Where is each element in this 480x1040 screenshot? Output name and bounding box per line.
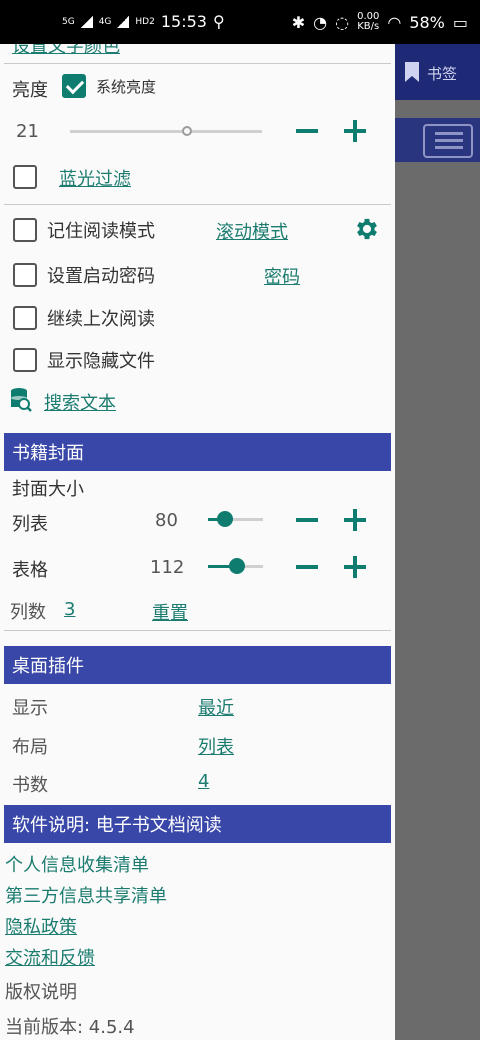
brightness-slider-knob[interactable] [182, 126, 192, 136]
mute-icon: ◌ [335, 12, 350, 32]
brightness-label: 亮度 [12, 80, 48, 101]
brightness-value: 21 [16, 121, 39, 142]
brightness-increase-button[interactable] [344, 120, 366, 142]
list-size-knob[interactable] [217, 511, 233, 527]
network-4g-label: 4G [98, 16, 112, 27]
search-database-icon[interactable] [10, 387, 32, 413]
brightness-slider[interactable] [70, 126, 262, 136]
divider [4, 63, 391, 64]
background-header: 书签 [395, 44, 480, 100]
grid-label: 表格 [12, 560, 48, 581]
personal-info-link[interactable]: 个人信息收集清单 [5, 851, 149, 877]
grid-size-increase-button[interactable] [344, 556, 366, 578]
scroll-mode-link[interactable]: 滚动模式 [216, 218, 288, 244]
signal-icon [80, 15, 93, 28]
gear-icon[interactable] [353, 215, 381, 243]
remember-mode-checkbox[interactable] [13, 218, 37, 242]
about-section-header: 软件说明: 电子书文档阅读 [4, 805, 391, 843]
bookmark-label: 书签 [427, 65, 458, 83]
cover-section-title: 书籍封面 [12, 443, 84, 464]
blue-filter-checkbox[interactable] [13, 165, 37, 189]
continue-reading-label: 继续上次阅读 [47, 309, 155, 330]
widget-count-label: 书数 [12, 775, 48, 796]
battery-icon: ▭ [452, 12, 468, 32]
battery-percent: 58% [409, 12, 445, 32]
columns-label: 列数 [10, 602, 46, 623]
usb-icon: ⚲ [212, 12, 225, 31]
list-size-slider[interactable] [208, 511, 263, 527]
about-section-title: 软件说明: 电子书文档阅读 [12, 815, 222, 836]
background-toolbar [395, 118, 480, 162]
signal-icon-2 [117, 15, 130, 28]
system-brightness-checkbox[interactable] [62, 74, 86, 98]
columns-value-link[interactable]: 3 [64, 599, 75, 620]
password-link[interactable]: 密码 [264, 263, 300, 289]
privacy-policy-link[interactable]: 隐私政策 [5, 913, 77, 939]
widget-count-link[interactable]: 4 [198, 771, 209, 792]
system-brightness-label: 系统亮度 [96, 77, 157, 96]
copyright-label[interactable]: 版权说明 [5, 978, 77, 1004]
divider [4, 204, 391, 205]
blue-filter-link[interactable]: 蓝光过滤 [59, 165, 131, 191]
list-size-value: 80 [155, 510, 178, 531]
list-label: 列表 [12, 514, 48, 535]
bookmark-icon [405, 62, 419, 82]
hd-label: HD2 [135, 16, 155, 27]
widget-display-label: 显示 [12, 698, 48, 719]
grid-view-icon [423, 124, 473, 158]
startup-password-label: 设置启动密码 [47, 266, 155, 287]
alarm-icon: ◔ [313, 12, 328, 32]
startup-password-checkbox[interactable] [13, 263, 37, 287]
bluetooth-icon: ✱ [291, 12, 306, 32]
divider [4, 630, 391, 631]
grid-size-knob[interactable] [229, 558, 245, 574]
status-bar: 5G 4G HD2 15:53 ⚲ ✱ ◔ ◌ 0.00 KB/s ◠ 58% ▭ [0, 0, 480, 44]
widget-layout-label: 布局 [12, 737, 48, 758]
grid-size-decrease-button[interactable] [296, 565, 318, 569]
version-label: 当前版本: 4.5.4 [5, 1017, 135, 1038]
clock: 15:53 [160, 12, 207, 31]
search-text-link[interactable]: 搜索文本 [44, 389, 116, 415]
feedback-link[interactable]: 交流和反馈 [5, 944, 95, 970]
widget-section-title: 桌面插件 [12, 656, 84, 677]
net-speed: 0.00 KB/s [357, 11, 380, 32]
network-5g-label: 5G [62, 16, 75, 27]
widget-section-header: 桌面插件 [4, 646, 391, 684]
grid-size-slider[interactable] [208, 558, 263, 574]
widget-layout-link[interactable]: 列表 [198, 733, 234, 759]
widget-display-link[interactable]: 最近 [198, 694, 234, 720]
continue-reading-checkbox[interactable] [13, 306, 37, 330]
cover-section-header: 书籍封面 [4, 433, 391, 471]
list-size-decrease-button[interactable] [296, 518, 318, 522]
brightness-decrease-button[interactable] [296, 129, 318, 133]
remember-mode-label: 记住阅读模式 [47, 221, 155, 242]
reset-link[interactable]: 重置 [152, 599, 188, 625]
grid-size-value: 112 [150, 557, 185, 578]
list-size-increase-button[interactable] [344, 509, 366, 531]
wifi-icon: ◠ [387, 12, 402, 32]
cover-size-label: 封面大小 [12, 479, 84, 500]
text-color-link[interactable]: 设置文字颜色 [12, 44, 120, 58]
show-hidden-checkbox[interactable] [13, 348, 37, 372]
show-hidden-label: 显示隐藏文件 [47, 351, 155, 372]
third-party-link[interactable]: 第三方信息共享清单 [5, 882, 167, 908]
settings-drawer: 设置文字颜色 亮度 系统亮度 21 蓝光过滤 记住阅读模式 滚动模式 设置启动密… [0, 44, 395, 1040]
